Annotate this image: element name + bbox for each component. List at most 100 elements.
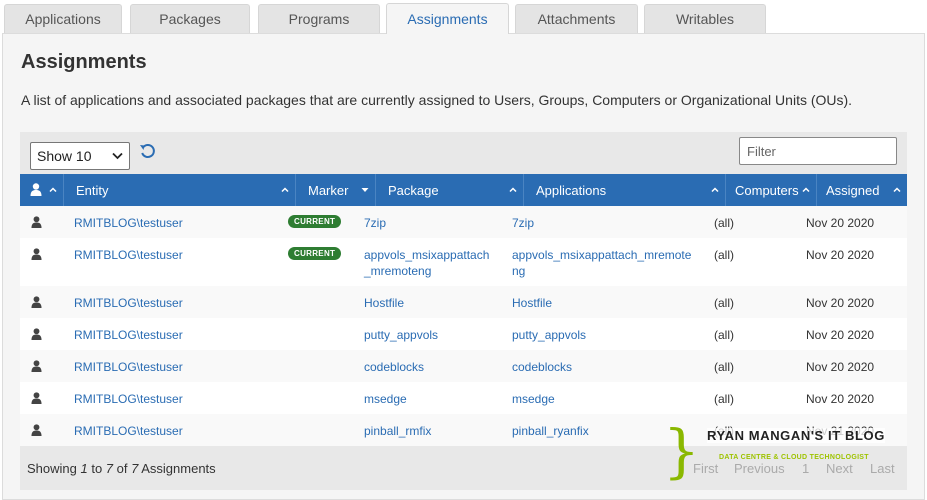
tab-applications[interactable]: Applications [4,4,122,33]
computers-value: (all) [714,248,734,262]
info-text: Assignments [138,461,216,476]
current-badge: CURRENT [288,247,342,260]
table-row: RMITBLOG\testuser msedge msedge (all) No… [20,382,907,414]
page-length-select[interactable]: Show 10 [30,142,130,170]
pagination-previous[interactable]: Previous [734,461,785,476]
user-icon [31,328,42,340]
info-text: to [87,461,106,476]
info-to: 7 [105,461,114,476]
user-icon [31,360,42,372]
table-info: Showing 1 to 7 of 7 Assignments [27,461,216,476]
applications-link[interactable]: putty_appvols [512,327,586,343]
computers-value: (all) [714,216,734,230]
table-row: RMITBLOG\testuser CURRENT 7zip 7zip (all… [20,206,907,238]
package-name-line: appvols_msixappattach [364,248,490,262]
computers-value: (all) [714,296,734,310]
column-header-label: Entity [76,182,109,198]
pagination-next[interactable]: Next [826,461,853,476]
tab-bar: Applications Packages Programs Assignmen… [0,0,927,34]
table-row: RMITBLOG\testuser CURRENT appvols_msixap… [20,238,907,286]
column-header-entity[interactable]: Entity [64,174,296,206]
package-link[interactable]: putty_appvols [364,327,438,343]
current-badge: CURRENT [288,215,342,228]
package-link[interactable]: msedge [364,391,407,407]
computers-value: (all) [714,392,734,406]
computers-value: (all) [714,360,734,374]
column-header-package[interactable]: Package [376,174,524,206]
user-icon [31,216,42,228]
package-link[interactable]: appvols_msixappattach _mremoteng [364,247,489,279]
column-header-applications[interactable]: Applications [524,174,726,206]
entity-link[interactable]: RMITBLOG\testuser [74,359,183,375]
package-name-line: _mremoteng [364,264,432,278]
info-text: of [113,461,132,476]
page-description: A list of applications and associated pa… [21,92,853,108]
tab-packages[interactable]: Packages [130,4,250,33]
assigned-date: Nov 20 2020 [806,392,875,406]
page-title: Assignments [21,51,147,73]
column-header-type[interactable] [20,174,64,206]
assigned-date: Nov 20 2020 [806,216,875,230]
user-icon [31,424,42,436]
computers-value: (all) [714,328,734,342]
column-header-label: Applications [536,182,607,198]
table-header: Entity Marker Package Applications Compu… [20,174,907,206]
watermark-brace: } [663,417,700,485]
assigned-date: Nov 20 2020 [806,248,875,262]
table-row: RMITBLOG\testuser putty_appvols putty_ap… [20,318,907,350]
entity-link[interactable]: RMITBLOG\testuser [74,247,183,263]
application-name-line: appvols_msixappattach_mremote [512,248,692,262]
chevron-down-icon [112,152,123,160]
sort-asc-icon [802,187,810,193]
tab-programs[interactable]: Programs [258,4,380,33]
user-icon [30,183,42,196]
column-header-computers[interactable]: Computers [726,174,817,206]
pagination-page-1[interactable]: 1 [802,461,809,476]
info-from: 1 [80,461,88,476]
user-icon [31,392,42,404]
entity-link[interactable]: RMITBLOG\testuser [74,215,183,231]
package-link[interactable]: codeblocks [364,359,424,375]
info-text: Showing [27,461,81,476]
watermark-subtitle: DATA CENTRE & CLOUD TECHNOLOGIST [719,454,869,461]
entity-link[interactable]: RMITBLOG\testuser [74,327,183,343]
tab-attachments[interactable]: Attachments [515,4,638,33]
applications-link[interactable]: msedge [512,391,555,407]
assigned-date: Nov 20 2020 [806,360,875,374]
sort-asc-icon [509,187,517,193]
column-header-label: Package [388,182,439,198]
column-header-label: Marker [308,182,349,198]
sort-desc-icon [361,188,369,192]
user-icon [31,296,42,308]
applications-link[interactable]: codeblocks [512,359,572,375]
package-link[interactable]: Hostfile [364,295,404,311]
table-row: RMITBLOG\testuser codeblocks codeblocks … [20,350,907,382]
entity-link[interactable]: RMITBLOG\testuser [74,295,183,311]
assigned-date: Nov 20 2020 [806,328,875,342]
sort-asc-icon [49,187,57,193]
sort-asc-icon [281,187,289,193]
filter-input[interactable] [739,137,897,165]
sort-asc-icon [893,187,901,193]
column-header-label: Computers [735,182,799,198]
applications-link[interactable]: pinball_ryanfix [512,423,589,439]
tab-assignments[interactable]: Assignments [386,3,509,34]
application-name-line: ng [512,264,526,278]
refresh-icon[interactable] [138,142,158,162]
assigned-date: Nov 20 2020 [806,296,875,310]
user-icon [31,248,42,260]
package-link[interactable]: 7zip [364,215,386,231]
entity-link[interactable]: RMITBLOG\testuser [74,423,183,439]
column-header-assigned[interactable]: Assigned [817,174,907,206]
column-header-label: Assigned [826,182,880,198]
entity-link[interactable]: RMITBLOG\testuser [74,391,183,407]
applications-link[interactable]: 7zip [512,215,534,231]
watermark-title: RYAN MANGAN'S IT BLOG [707,428,885,443]
column-header-marker[interactable]: Marker [296,174,376,206]
pagination-last[interactable]: Last [870,461,895,476]
tab-writables[interactable]: Writables [644,4,766,33]
applications-link[interactable]: appvols_msixappattach_mremote ng [512,247,691,279]
package-link[interactable]: pinball_rmfix [364,423,431,439]
sort-asc-icon [711,187,719,193]
applications-link[interactable]: Hostfile [512,295,552,311]
